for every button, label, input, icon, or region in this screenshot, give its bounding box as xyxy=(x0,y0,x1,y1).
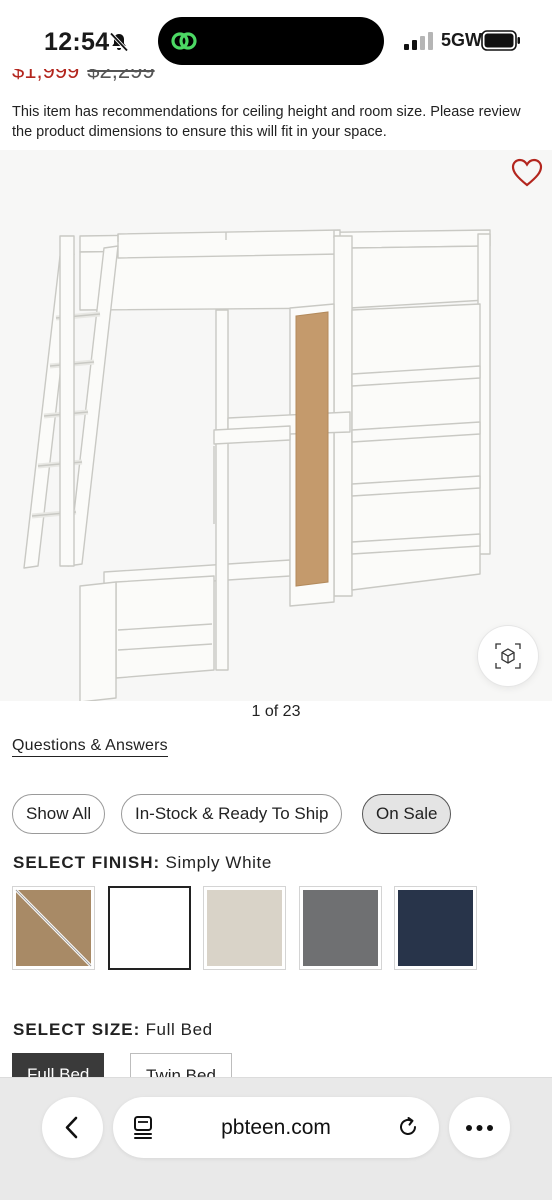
ellipsis-icon xyxy=(466,1125,493,1131)
image-counter: 1 of 23 xyxy=(251,703,301,720)
filter-show-all[interactable]: Show All xyxy=(12,794,106,834)
heart-icon[interactable] xyxy=(511,158,543,188)
battery-icon xyxy=(481,30,520,51)
finish-swatch-weathered-white[interactable] xyxy=(203,886,286,970)
finish-swatch-gray[interactable] xyxy=(299,886,382,970)
finish-swatch-simply-white[interactable] xyxy=(108,886,191,970)
swatch-color xyxy=(113,891,186,965)
url-text: pbteen.com xyxy=(221,1116,331,1139)
chevron-left-icon xyxy=(65,1116,78,1139)
finish-selected-value: Simply White xyxy=(165,853,272,872)
swatch-color xyxy=(303,890,378,966)
cellular-signal-icon xyxy=(404,32,433,50)
finish-heading: SELECT FINISH: Simply White xyxy=(13,853,272,873)
app-activity-icon xyxy=(171,32,197,50)
3d-view-icon xyxy=(495,643,521,669)
finish-swatch-natural[interactable] xyxy=(12,886,95,970)
swatch-color xyxy=(207,890,282,966)
back-button[interactable] xyxy=(42,1097,103,1158)
status-time: 12:54 xyxy=(44,28,110,56)
more-options-button[interactable] xyxy=(449,1097,510,1158)
filter-in-stock[interactable]: In-Stock & Ready To Ship xyxy=(121,794,343,834)
reload-icon[interactable] xyxy=(397,1116,419,1138)
address-bar[interactable]: pbteen.com xyxy=(113,1097,439,1158)
swatch-color xyxy=(398,890,473,966)
product-image[interactable] xyxy=(0,150,552,701)
unavailable-slash-icon xyxy=(14,888,93,968)
network-type: 5GW xyxy=(441,30,483,50)
bell-slash-icon xyxy=(109,32,129,52)
price-row: $1,999 $2,299 xyxy=(12,69,155,91)
finish-heading-label: SELECT FINISH: xyxy=(13,853,161,872)
dynamic-island xyxy=(158,17,384,65)
finish-swatch-navy[interactable] xyxy=(394,886,477,970)
size-heading-label: SELECT SIZE: xyxy=(13,1020,141,1039)
filter-on-sale[interactable]: On Sale xyxy=(362,794,452,834)
size-heading: SELECT SIZE: Full Bed xyxy=(13,1020,213,1040)
size-selected-value: Full Bed xyxy=(145,1020,213,1039)
sale-price: $1,999 xyxy=(12,69,80,83)
view-in-3d-button[interactable] xyxy=(478,626,538,686)
dimension-notice: This item has recommendations for ceilin… xyxy=(12,104,521,140)
original-price: $2,299 xyxy=(87,69,155,83)
questions-answers-link[interactable]: Questions & Answers xyxy=(12,737,168,757)
